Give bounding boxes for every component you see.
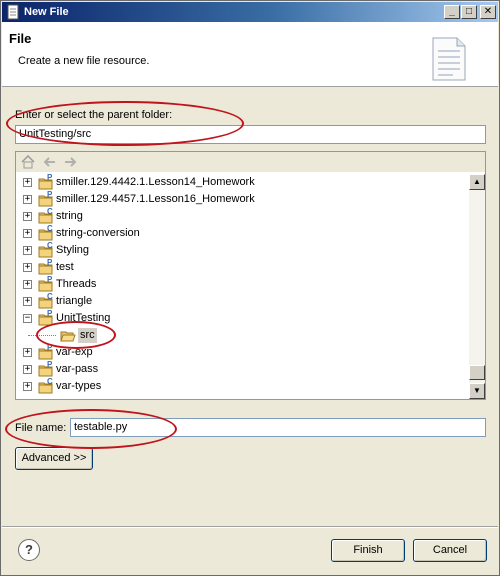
document-icon bbox=[432, 37, 466, 81]
vertical-scrollbar[interactable]: ▲ ▼ bbox=[469, 174, 485, 399]
expand-icon[interactable]: + bbox=[23, 195, 32, 204]
tree-item-label: src bbox=[78, 328, 97, 343]
wizard-header: File Create a new file resource. bbox=[2, 22, 498, 87]
project-badge: C bbox=[47, 207, 53, 216]
tree-item-label: triangle bbox=[56, 295, 93, 307]
project-badge: P bbox=[47, 360, 53, 369]
project-badge: P bbox=[47, 309, 53, 318]
tree-item-label: smiller.129.4457.1.Lesson16_Homework bbox=[56, 193, 255, 205]
tree-item[interactable]: + Pvar-pass bbox=[16, 360, 469, 378]
tree-item-label: var-exp bbox=[56, 346, 93, 358]
tree-item[interactable]: + Cstring bbox=[16, 207, 469, 225]
title-bar: New File _ □ ✕ bbox=[2, 2, 498, 22]
parent-folder-input[interactable]: UnitTesting/src bbox=[15, 125, 486, 144]
tree-item[interactable]: + C Styling bbox=[16, 241, 469, 259]
maximize-button[interactable]: □ bbox=[461, 5, 477, 19]
project-badge: P bbox=[47, 190, 53, 199]
project-badge: P bbox=[47, 258, 53, 267]
expand-icon[interactable]: + bbox=[23, 229, 32, 238]
tree-item[interactable]: src bbox=[16, 327, 469, 344]
expand-icon[interactable]: + bbox=[23, 348, 32, 357]
tree-connector bbox=[28, 335, 56, 336]
new-file-dialog: New File _ □ ✕ File Create a new file re… bbox=[0, 0, 500, 576]
tree-item[interactable]: + Pvar-exp bbox=[16, 343, 469, 361]
project-badge: C bbox=[47, 224, 53, 233]
scroll-thumb[interactable] bbox=[469, 365, 485, 380]
tree-item[interactable]: + Cstring-conversion bbox=[16, 224, 469, 242]
expand-icon[interactable]: + bbox=[23, 246, 32, 255]
back-arrow-icon[interactable] bbox=[42, 154, 58, 170]
tree-item-label: string bbox=[56, 210, 83, 222]
expand-icon[interactable]: + bbox=[23, 178, 32, 187]
close-button[interactable]: ✕ bbox=[480, 5, 496, 19]
tree-item[interactable]: + Ctriangle bbox=[16, 292, 469, 310]
tree-item-label: Styling bbox=[56, 244, 90, 256]
expand-icon[interactable]: + bbox=[23, 297, 32, 306]
parent-folder-label: Enter or select the parent folder: bbox=[15, 109, 173, 121]
tree-item-label: UnitTesting bbox=[56, 312, 111, 324]
tree-item[interactable]: − P UnitTesting bbox=[16, 309, 469, 327]
expand-icon[interactable]: + bbox=[23, 365, 32, 374]
tree-item-label: test bbox=[56, 261, 74, 273]
tree-toolbar bbox=[16, 152, 485, 172]
help-icon[interactable]: ? bbox=[18, 539, 40, 561]
expand-icon[interactable]: + bbox=[23, 212, 32, 221]
tree-item[interactable]: + Psmiller.129.4442.1.Lesson14_Homework bbox=[16, 174, 469, 191]
project-badge: C bbox=[47, 292, 53, 301]
project-badge: P bbox=[47, 343, 53, 352]
tree-item[interactable]: + Cvar-types bbox=[16, 377, 469, 395]
scroll-up-button[interactable]: ▲ bbox=[469, 174, 485, 190]
finish-button[interactable]: Finish bbox=[331, 539, 405, 562]
new-file-icon bbox=[7, 4, 19, 20]
folder-tree: + Psmiller.129.4442.1.Lesson14_Homework + P… bbox=[15, 151, 486, 400]
tree-list: + Psmiller.129.4442.1.Lesson14_Homework + P… bbox=[16, 174, 469, 399]
footer-divider bbox=[2, 526, 498, 528]
home-icon[interactable] bbox=[20, 154, 36, 170]
file-name-input[interactable]: testable.py bbox=[70, 418, 486, 437]
page-description: Create a new file resource. bbox=[18, 55, 150, 67]
scroll-down-button[interactable]: ▼ bbox=[469, 383, 485, 399]
page-title: File bbox=[9, 31, 32, 46]
tree-item[interactable]: + P Threads bbox=[16, 275, 469, 293]
advanced-button[interactable]: Advanced >> bbox=[15, 447, 93, 470]
file-name-label: File name: bbox=[15, 422, 67, 434]
cancel-button[interactable]: Cancel bbox=[413, 539, 487, 562]
open-folder-icon bbox=[60, 331, 76, 342]
project-badge: C bbox=[47, 377, 53, 386]
tree-item-label: smiller.129.4442.1.Lesson14_Homework bbox=[56, 176, 255, 188]
expand-icon[interactable]: + bbox=[23, 263, 32, 272]
project-badge: P bbox=[47, 174, 53, 182]
window-title: New File bbox=[24, 6, 69, 18]
tree-item[interactable]: + Psmiller.129.4457.1.Lesson16_Homework bbox=[16, 190, 469, 208]
expand-icon[interactable]: + bbox=[23, 280, 32, 289]
tree-item-label: var-types bbox=[56, 380, 102, 392]
tree-item-label: Threads bbox=[56, 278, 97, 290]
forward-arrow-icon[interactable] bbox=[62, 154, 78, 170]
expand-icon[interactable]: + bbox=[23, 382, 32, 391]
tree-item-label: string-conversion bbox=[56, 227, 140, 239]
project-badge: P bbox=[47, 275, 53, 284]
minimize-button[interactable]: _ bbox=[444, 5, 460, 19]
collapse-icon[interactable]: − bbox=[23, 314, 32, 323]
tree-item[interactable]: + Ptest bbox=[16, 258, 469, 276]
project-badge: C bbox=[47, 241, 53, 250]
tree-item-label: var-pass bbox=[56, 363, 99, 375]
